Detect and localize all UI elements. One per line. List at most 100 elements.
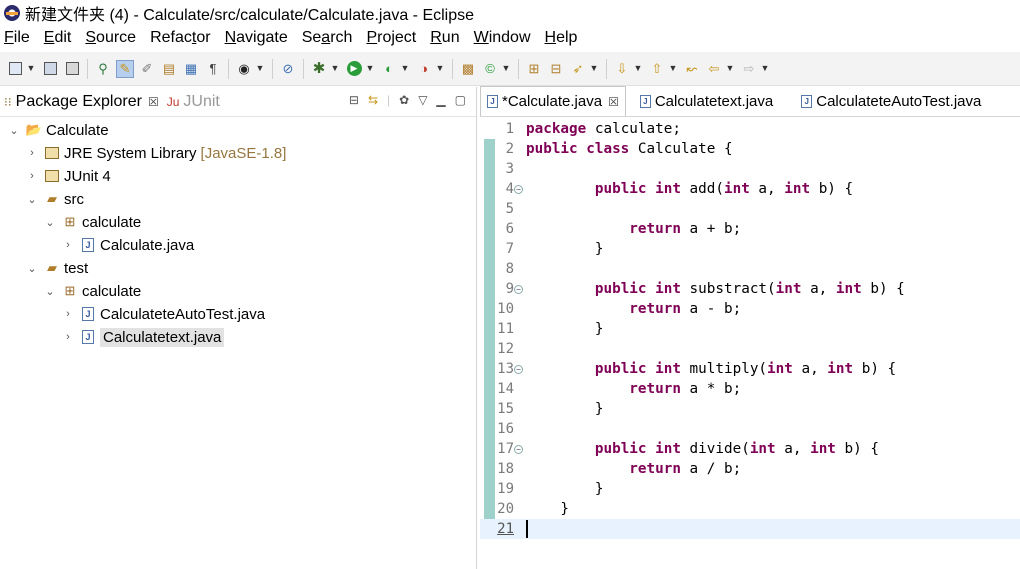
fold-toggle-icon[interactable]: − — [514, 284, 523, 294]
code-text-area[interactable]: 1 package calculate; 2 public class Calcula… — [480, 118, 1020, 569]
chevron-right-icon[interactable]: › — [26, 147, 38, 159]
fold-toggle-icon[interactable]: − — [514, 364, 523, 374]
maximize-icon[interactable]: ▢ — [455, 93, 466, 107]
tree-item[interactable]: › J Calculatetext.java — [62, 326, 225, 348]
chevron-down-icon[interactable]: ▼ — [589, 60, 599, 78]
code-line[interactable]: 16 — [480, 419, 1020, 439]
code-line[interactable]: 10 return a - b; — [480, 299, 1020, 319]
menu-item[interactable]: Run — [430, 29, 459, 47]
code-line[interactable]: 9− public int substract(int a, int b) { — [480, 279, 1020, 299]
chevron-down-icon[interactable]: ⌄ — [44, 216, 56, 229]
minimize-icon[interactable]: ▁ — [436, 93, 445, 107]
chevron-down-icon[interactable]: ⌄ — [44, 285, 56, 298]
chevron-down-icon[interactable]: ▼ — [26, 60, 36, 78]
forward-arrow-icon[interactable]: ⇨ — [740, 60, 758, 78]
code-line[interactable]: 5 — [480, 199, 1020, 219]
tree-item[interactable]: ⌄ ▰ src — [26, 188, 84, 210]
code-line[interactable]: 4− public int add(int a, int b) { — [480, 179, 1020, 199]
show-whitespace-icon[interactable]: ▤ — [160, 60, 178, 78]
close-icon[interactable]: ☒ — [148, 95, 159, 109]
code-line[interactable]: 1 package calculate; — [480, 119, 1020, 139]
collapse-all-icon[interactable]: ⊟ — [349, 93, 359, 107]
coverage-icon[interactable]: ◐ — [380, 60, 398, 78]
skip-breakpoints-icon[interactable]: ⊘ — [279, 60, 297, 78]
chevron-right-icon[interactable]: › — [62, 331, 74, 343]
code-line[interactable]: 14 return a * b; — [480, 379, 1020, 399]
menu-item[interactable]: File — [4, 29, 30, 47]
code-line[interactable]: 13− public int multiply(int a, int b) { — [480, 359, 1020, 379]
tab-calculatetext-java[interactable]: J Calculatetext.java — [634, 86, 779, 116]
tab-calculate-java[interactable]: J *Calculate.java ☒ — [480, 86, 626, 116]
chevron-down-icon[interactable]: ⌄ — [26, 193, 38, 206]
tree-item[interactable]: › JRE System Library [JavaSE-1.8] — [26, 142, 286, 164]
tab-calculateteautotest-java[interactable]: J CalculateteAutoTest.java — [795, 86, 987, 116]
menu-item[interactable]: Refactor — [150, 29, 210, 47]
chevron-down-icon[interactable]: ▼ — [725, 60, 735, 78]
code-line[interactable]: 20 } — [480, 499, 1020, 519]
menu-item[interactable]: Search — [302, 29, 353, 47]
chevron-down-icon[interactable]: ▼ — [330, 60, 340, 78]
code-line[interactable]: 21 — [480, 519, 1020, 539]
tree-item[interactable]: › J Calculate.java — [62, 234, 194, 256]
tree-item[interactable]: ⌄ 📂 Calculate — [8, 119, 108, 141]
tree-item[interactable]: › JUnit 4 — [26, 165, 111, 187]
code-line[interactable]: 17− public int divide(int a, int b) { — [480, 439, 1020, 459]
menu-item[interactable]: Project — [366, 29, 416, 47]
focus-on-workset-icon[interactable]: ✿ — [399, 93, 409, 107]
debug-icon[interactable]: ✱ — [310, 60, 328, 78]
previous-annotation-icon[interactable]: ⇧ — [648, 60, 666, 78]
fold-toggle-icon[interactable]: − — [514, 444, 523, 454]
menu-item[interactable]: Navigate — [225, 29, 288, 47]
menu-item[interactable]: Source — [85, 29, 136, 47]
close-icon[interactable]: ☒ — [608, 95, 619, 109]
code-line[interactable]: 18 return a / b; — [480, 459, 1020, 479]
open-type-icon[interactable]: ⊞ — [525, 60, 543, 78]
tree-item[interactable]: ⌄ ⊞ calculate — [44, 280, 141, 302]
code-line[interactable]: 6 return a + b; — [480, 219, 1020, 239]
link-with-editor-icon[interactable]: ⇆ — [368, 93, 378, 107]
tree-item[interactable]: › J CalculateteAutoTest.java — [62, 303, 265, 325]
tab-junit[interactable]: Ju JUnit — [167, 93, 220, 111]
code-line[interactable]: 2 public class Calculate { — [480, 139, 1020, 159]
chevron-down-icon[interactable]: ▼ — [501, 60, 511, 78]
chevron-down-icon[interactable]: ▼ — [400, 60, 410, 78]
code-line[interactable]: 8 — [480, 259, 1020, 279]
new-wizard-icon[interactable] — [6, 60, 24, 78]
code-line[interactable]: 12 — [480, 339, 1020, 359]
menu-item[interactable]: Edit — [44, 29, 72, 47]
mark-occurrences-icon[interactable]: ✎ — [116, 59, 134, 78]
chevron-down-icon[interactable]: ▼ — [435, 60, 445, 78]
chevron-down-icon[interactable]: ▼ — [365, 60, 375, 78]
menu-item[interactable]: Help — [545, 29, 578, 47]
back-arrow-icon[interactable]: ⇦ — [705, 60, 723, 78]
tree-item[interactable]: ⌄ ▰ test — [26, 257, 88, 279]
open-task-icon[interactable]: ⊟ — [547, 60, 565, 78]
code-line[interactable]: 7 } — [480, 239, 1020, 259]
fold-toggle-icon[interactable]: − — [514, 184, 523, 194]
chevron-down-icon[interactable]: ▼ — [255, 60, 265, 78]
next-annotation-icon[interactable]: ⇩ — [613, 60, 631, 78]
chevron-down-icon[interactable]: ▼ — [760, 60, 770, 78]
run-icon[interactable]: ▶ — [345, 60, 363, 78]
paragraph-icon[interactable]: ¶ — [204, 60, 222, 78]
chevron-right-icon[interactable]: › — [26, 170, 38, 182]
chevron-down-icon[interactable]: ⌄ — [26, 262, 38, 275]
chevron-right-icon[interactable]: › — [62, 308, 74, 320]
chevron-right-icon[interactable]: › — [62, 239, 74, 251]
external-tools-icon[interactable]: ◑ — [415, 60, 433, 78]
code-line[interactable]: 15 } — [480, 399, 1020, 419]
pin-icon[interactable]: ⚲ — [94, 60, 112, 78]
chevron-down-icon[interactable]: ▼ — [668, 60, 678, 78]
search-icon[interactable]: ➶ — [569, 60, 587, 78]
code-line[interactable]: 11 } — [480, 319, 1020, 339]
save-all-icon[interactable] — [63, 60, 81, 78]
menu-item[interactable]: Window — [474, 29, 531, 47]
last-edit-location-icon[interactable]: ↜ — [683, 60, 701, 78]
code-line[interactable]: 19 } — [480, 479, 1020, 499]
block-selection-icon[interactable]: ✐ — [138, 60, 156, 78]
code-line[interactable]: 3 — [480, 159, 1020, 179]
view-menu-icon[interactable]: ▽ — [418, 93, 427, 107]
tab-package-explorer[interactable]: ⁝⁝ Package Explorer ☒ — [4, 93, 159, 111]
tree-item[interactable]: ⌄ ⊞ calculate — [44, 211, 141, 233]
chevron-down-icon[interactable]: ⌄ — [8, 124, 20, 137]
